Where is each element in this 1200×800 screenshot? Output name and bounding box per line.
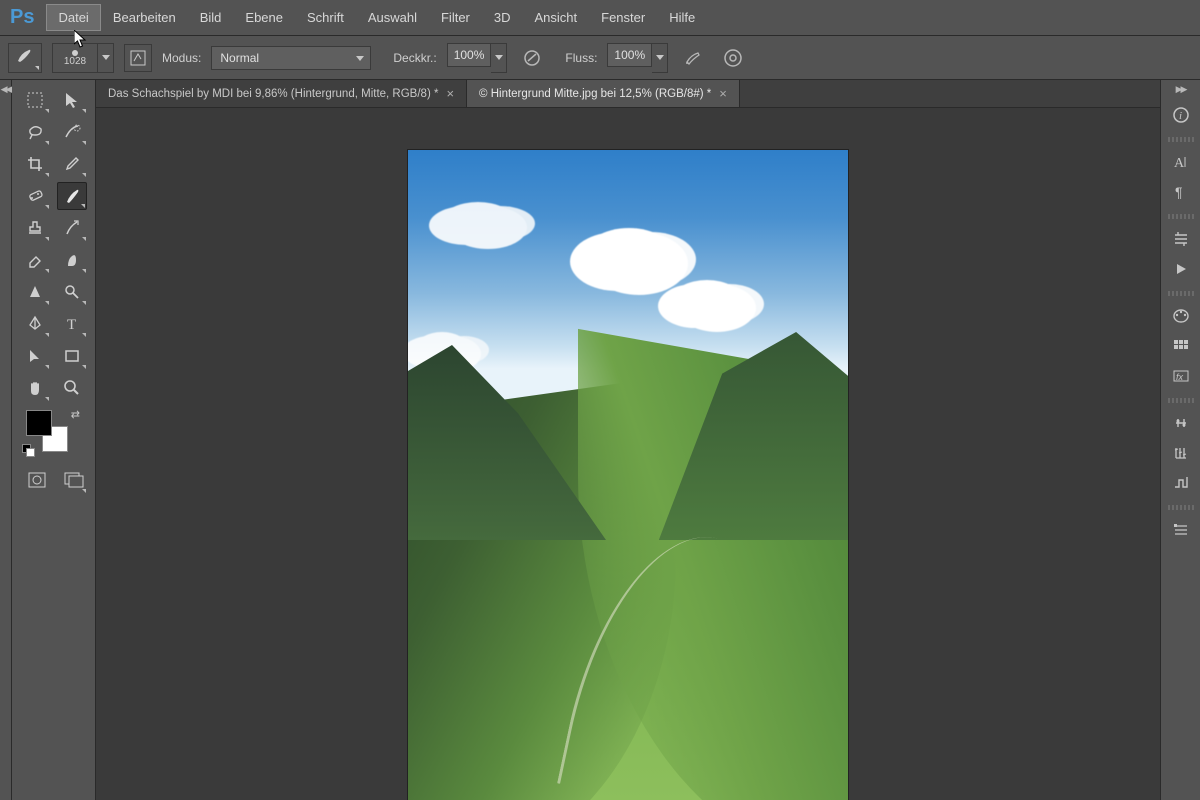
tool-zoom[interactable] xyxy=(57,374,87,402)
tool-crop[interactable] xyxy=(20,150,50,178)
color-swatches[interactable]: ⇄ xyxy=(26,410,74,452)
tool-healing[interactable] xyxy=(20,182,50,210)
menu-bearbeiten[interactable]: Bearbeiten xyxy=(101,4,188,31)
tool-quickmask[interactable] xyxy=(24,466,51,494)
options-bar: 1028 Modus: Normal Deckkr.: 100% Fluss: … xyxy=(0,36,1200,80)
tool-stamp[interactable] xyxy=(20,214,50,242)
tool-blur[interactable] xyxy=(20,278,50,306)
swap-colors-icon[interactable]: ⇄ xyxy=(71,408,80,421)
pressure-opacity-toggle[interactable] xyxy=(517,44,547,72)
tab-document-1[interactable]: Das Schachspiel by MDI bei 9,86% (Hinter… xyxy=(96,80,467,107)
collapse-left-icon: ◀◀ xyxy=(1,84,11,800)
tool-brush[interactable] xyxy=(57,182,87,210)
tool-path-select[interactable] xyxy=(20,342,50,370)
svg-text:fx: fx xyxy=(1176,372,1184,382)
tool-marquee[interactable] xyxy=(20,86,50,114)
close-icon[interactable]: × xyxy=(446,86,454,101)
brush-icon xyxy=(15,47,35,65)
pressure-size-toggle[interactable] xyxy=(718,44,748,72)
target-icon xyxy=(722,48,744,68)
menu-hilfe[interactable]: Hilfe xyxy=(657,4,707,31)
tablet-pressure-icon xyxy=(522,49,542,67)
svg-text:¶: ¶ xyxy=(1175,184,1183,200)
panel-character[interactable]: A xyxy=(1166,148,1196,176)
opacity-input[interactable]: 100% xyxy=(447,43,492,67)
app-logo: Ps xyxy=(10,6,34,29)
tool-gradient[interactable] xyxy=(57,246,87,274)
tool-move[interactable] xyxy=(57,86,87,114)
brush-preset-picker[interactable]: 1028 xyxy=(52,43,98,73)
tool-eyedropper[interactable] xyxy=(57,150,87,178)
brush-size-value: 1028 xyxy=(64,56,86,67)
close-icon[interactable]: × xyxy=(719,86,727,101)
brush-panel-toggle[interactable] xyxy=(124,44,152,72)
panel-color[interactable] xyxy=(1166,302,1196,330)
document-area: Das Schachspiel by MDI bei 9,86% (Hinter… xyxy=(96,80,1160,800)
airbrush-icon xyxy=(683,49,703,67)
panel-adjustments-3[interactable] xyxy=(1166,469,1196,497)
panel-styles[interactable]: fx xyxy=(1166,362,1196,390)
toolbox-collapse-strip[interactable]: ◀◀ xyxy=(0,80,12,800)
tool-pen[interactable] xyxy=(20,310,50,338)
menu-bar: Ps Datei Bearbeiten Bild Ebene Schrift A… xyxy=(0,0,1200,36)
tab-label: Das Schachspiel by MDI bei 9,86% (Hinter… xyxy=(108,88,438,100)
right-panels: ▶▶ i A ¶ fx xyxy=(1160,80,1200,800)
panel-swatches[interactable] xyxy=(1166,332,1196,360)
menu-fenster[interactable]: Fenster xyxy=(589,4,657,31)
tool-shape[interactable] xyxy=(57,342,87,370)
tool-lasso[interactable] xyxy=(20,118,50,146)
workspace: ◀◀ T ⇄ xyxy=(0,80,1200,800)
menu-bild[interactable]: Bild xyxy=(188,4,234,31)
panel-actions[interactable] xyxy=(1166,225,1196,253)
tool-hand[interactable] xyxy=(20,374,50,402)
menu-3d[interactable]: 3D xyxy=(482,4,523,31)
svg-text:A: A xyxy=(1174,156,1185,171)
brush-panel-icon xyxy=(129,49,147,67)
brush-preset-dropdown[interactable] xyxy=(98,43,114,73)
panel-play[interactable] xyxy=(1166,255,1196,283)
opacity-dropdown[interactable] xyxy=(491,43,507,73)
collapse-right-icon[interactable]: ▶▶ xyxy=(1176,84,1186,95)
panel-adjustments-2[interactable] xyxy=(1166,439,1196,467)
menu-ebene[interactable]: Ebene xyxy=(233,4,295,31)
panel-adjustments-1[interactable] xyxy=(1166,409,1196,437)
tool-type[interactable]: T xyxy=(57,310,87,338)
foreground-color[interactable] xyxy=(26,410,52,436)
tool-eraser[interactable] xyxy=(20,246,50,274)
tool-dodge[interactable] xyxy=(57,278,87,306)
flow-input[interactable]: 100% xyxy=(607,43,652,67)
tool-quick-select[interactable] xyxy=(57,118,87,146)
blend-mode-select[interactable]: Normal xyxy=(211,46,371,70)
flow-label: Fluss: xyxy=(565,51,597,65)
flow-dropdown[interactable] xyxy=(652,43,668,73)
tab-label: © Hintergrund Mitte.jpg bei 12,5% (RGB/8… xyxy=(479,88,711,100)
modus-label: Modus: xyxy=(162,51,201,65)
tool-preset-picker[interactable] xyxy=(8,43,42,73)
default-colors-icon[interactable] xyxy=(22,444,34,456)
panel-paragraph[interactable]: ¶ xyxy=(1166,178,1196,206)
tool-screenmode[interactable] xyxy=(61,466,88,494)
tab-document-2[interactable]: © Hintergrund Mitte.jpg bei 12,5% (RGB/8… xyxy=(467,80,740,107)
menu-datei[interactable]: Datei xyxy=(46,4,100,31)
menu-filter[interactable]: Filter xyxy=(429,4,482,31)
menu-ansicht[interactable]: Ansicht xyxy=(523,4,590,31)
canvas-viewport[interactable] xyxy=(96,108,1160,800)
toolbox: T ⇄ xyxy=(12,80,96,800)
panel-layers[interactable] xyxy=(1166,516,1196,544)
airbrush-toggle[interactable] xyxy=(678,44,708,72)
svg-text:i: i xyxy=(1179,110,1182,122)
tool-history-brush[interactable] xyxy=(57,214,87,242)
menu-schrift[interactable]: Schrift xyxy=(295,4,356,31)
menu-auswahl[interactable]: Auswahl xyxy=(356,4,429,31)
opacity-label: Deckkr.: xyxy=(393,51,436,65)
document-tabs: Das Schachspiel by MDI bei 9,86% (Hinter… xyxy=(96,80,1160,108)
canvas[interactable] xyxy=(408,150,848,800)
svg-text:T: T xyxy=(67,317,76,333)
panel-info[interactable]: i xyxy=(1166,101,1196,129)
blend-mode-value: Normal xyxy=(220,51,259,65)
